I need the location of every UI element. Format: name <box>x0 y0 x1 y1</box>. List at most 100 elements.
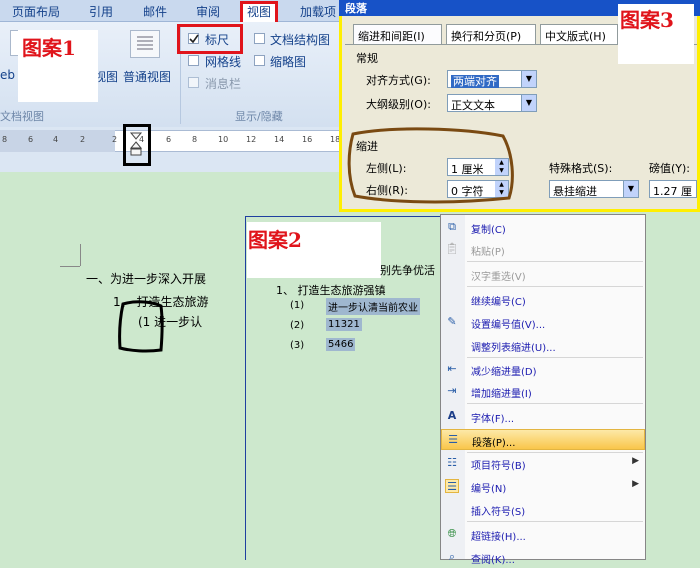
tab-page-layout[interactable]: 页面布局 <box>12 3 60 20</box>
submenu-arrow-icon: ▶ <box>632 479 639 489</box>
menu-item-numbering[interactable]: ☰ 编号(N) ▶ <box>441 476 645 497</box>
general-section-label: 常规 <box>356 52 378 65</box>
indent-marker-icon[interactable] <box>129 132 143 158</box>
alignment-select[interactable]: 两端对齐 ▼ <box>447 70 537 88</box>
doc2-subitem-text[interactable]: 进一步认清当前农业 <box>326 298 420 315</box>
menu-separator <box>467 403 643 404</box>
ruler-number: 6 <box>28 135 34 144</box>
menu-item-adjust-list-indent[interactable]: 调整列表缩进(U)... <box>441 335 645 356</box>
gridlines-checkbox-label: 网格线 <box>205 55 242 69</box>
special-indent-label: 特殊格式(S): <box>549 162 613 175</box>
tab-references[interactable]: 引用 <box>89 3 113 20</box>
numbering-value-icon: ✎ <box>447 315 457 328</box>
submenu-arrow-icon: ▶ <box>632 456 639 466</box>
menu-item-continue-numbering[interactable]: 继续编号(C) <box>441 289 645 310</box>
ruler-number: 2 <box>80 135 86 144</box>
message-bar-checkbox-label: 消息栏 <box>205 77 242 91</box>
menu-item-set-numbering-value[interactable]: ✎ 设置编号值(V)... <box>441 312 645 333</box>
thumbnails-checkbox-label: 缩略图 <box>270 55 307 69</box>
doc2-subitem-num: (2) <box>290 320 305 331</box>
special-indent-select[interactable]: 悬挂缩进 ▼ <box>549 180 639 198</box>
menu-item-label: 超链接(H)... <box>471 532 526 543</box>
doc2-subitem-num: (3) <box>290 340 305 351</box>
menu-item-insert-symbol[interactable]: 插入符号(S) <box>441 499 645 520</box>
tab-review[interactable]: 审阅 <box>196 3 220 20</box>
menu-item-label: 调整列表缩进(U)... <box>471 343 556 354</box>
menu-item-label: 设置编号值(V)... <box>471 320 546 331</box>
menu-item-lookup[interactable]: ⌕ 查阅(K)... <box>441 547 645 568</box>
menu-item-label: 查阅(K)... <box>471 555 515 566</box>
lookup-icon: ⌕ <box>448 550 456 563</box>
dropdown-arrow-icon: ▼ <box>623 181 638 197</box>
bullets-icon: ☷ <box>447 456 457 469</box>
margin-corner-mark <box>60 266 80 267</box>
menu-item-hyperlink[interactable]: 🌐︎ 超链接(H)... <box>441 524 645 545</box>
indent-highlight-outline <box>347 127 514 204</box>
gridlines-checkbox[interactable] <box>188 55 199 66</box>
case1-label: 图案1 <box>22 36 76 60</box>
menu-item-font[interactable]: A 字体(F)... <box>441 406 645 427</box>
menu-item-label: 编号(N) <box>471 484 507 495</box>
tab-addins[interactable]: 加载项 <box>300 3 336 20</box>
tab-view[interactable]: 视图 <box>240 1 278 22</box>
doc2-heading-tail: 别先争优活 <box>380 264 435 277</box>
tab-mailings[interactable]: 邮件 <box>143 3 167 20</box>
ruler-checkbox[interactable] <box>188 33 199 44</box>
menu-item-paste[interactable]: 📋︎ 粘贴(P) <box>441 239 645 260</box>
menu-item-reconvert[interactable]: 汉字重选(V) <box>441 264 645 285</box>
menu-separator <box>467 261 643 262</box>
menu-item-paragraph[interactable]: ☰ 段落(P)... <box>441 429 645 450</box>
menu-item-label: 项目符号(B) <box>471 461 526 472</box>
case2-label: 图案2 <box>248 228 302 252</box>
group-label-show-hide: 显示/隐藏 <box>235 110 283 123</box>
tab-asian-typography[interactable]: 中文版式(H) <box>540 24 618 44</box>
ruler-number: 12 <box>246 135 257 144</box>
menu-item-increase-indent[interactable]: ⇥ 增加缩进量(I) <box>441 381 645 402</box>
menu-item-bullets[interactable]: ☷ 项目符号(B) ▶ <box>441 453 645 474</box>
context-menu: ⧉ 复制(C) 📋︎ 粘贴(P) 汉字重选(V) 继续编号(C) ✎ 设置编号值… <box>440 214 646 566</box>
doc2-subitem-text[interactable]: 5466 <box>326 338 356 351</box>
hyperlink-icon: 🌐︎ <box>447 527 457 540</box>
draft-view-icon[interactable] <box>130 30 160 58</box>
decrease-indent-icon: ⇤ <box>447 362 457 375</box>
tab-line-page-breaks[interactable]: 换行和分页(P) <box>446 24 536 44</box>
thumbnails-checkbox[interactable] <box>254 55 265 66</box>
numbering-icon: ☰ <box>445 479 459 493</box>
tab-indents-spacing[interactable]: 缩进和间距(I) <box>353 24 442 44</box>
dialog-title: 段落 <box>345 2 367 15</box>
by-value: 1.27 厘 <box>653 185 692 198</box>
doc-map-checkbox-label: 文档结构图 <box>270 33 331 47</box>
menu-item-label: 段落(P)... <box>472 438 516 449</box>
by-value-field[interactable]: 1.27 厘 <box>649 180 697 198</box>
ruler-number: 10 <box>218 135 229 144</box>
ruler-number: 2 <box>112 135 118 144</box>
menu-item-label: 汉字重选(V) <box>471 272 526 283</box>
outline-level-select[interactable]: 正文文本 ▼ <box>447 94 537 112</box>
font-icon: A <box>447 409 457 422</box>
doc1-heading: 一、为进一步深入开展 <box>86 272 207 286</box>
dropdown-arrow-icon: ▼ <box>521 71 536 87</box>
menu-item-label: 复制(C) <box>471 225 506 236</box>
increase-indent-icon: ⇥ <box>447 384 457 397</box>
by-label: 磅值(Y): <box>649 162 691 175</box>
doc2-subitem-text[interactable]: 11321 <box>326 318 362 331</box>
message-bar-checkbox[interactable] <box>188 77 199 88</box>
menu-item-copy[interactable]: ⧉ 复制(C) <box>441 217 645 238</box>
copy-icon: ⧉ <box>448 220 456 233</box>
menu-item-label: 减少缩进量(D) <box>471 367 537 378</box>
dropdown-arrow-icon: ▼ <box>521 95 536 111</box>
paragraph-icon: ☰ <box>448 433 458 446</box>
case3-label: 图案3 <box>620 8 674 32</box>
outline-level-value: 正文文本 <box>451 99 495 112</box>
web-layout-label[interactable]: eb <box>0 68 15 82</box>
menu-item-label: 插入符号(S) <box>471 507 526 518</box>
menu-item-decrease-indent[interactable]: ⇤ 减少缩进量(D) <box>441 359 645 380</box>
menu-separator <box>467 357 643 358</box>
menu-item-label: 继续编号(C) <box>471 297 526 308</box>
doc-map-checkbox[interactable] <box>254 33 265 44</box>
ruler-number: 8 <box>192 135 198 144</box>
paste-icon: 📋︎ <box>445 242 459 255</box>
normal-view-label[interactable]: 普通视图 <box>123 68 171 85</box>
doc2-subitem-num: (1) <box>290 300 305 311</box>
ruler-number: 8 <box>2 135 8 144</box>
